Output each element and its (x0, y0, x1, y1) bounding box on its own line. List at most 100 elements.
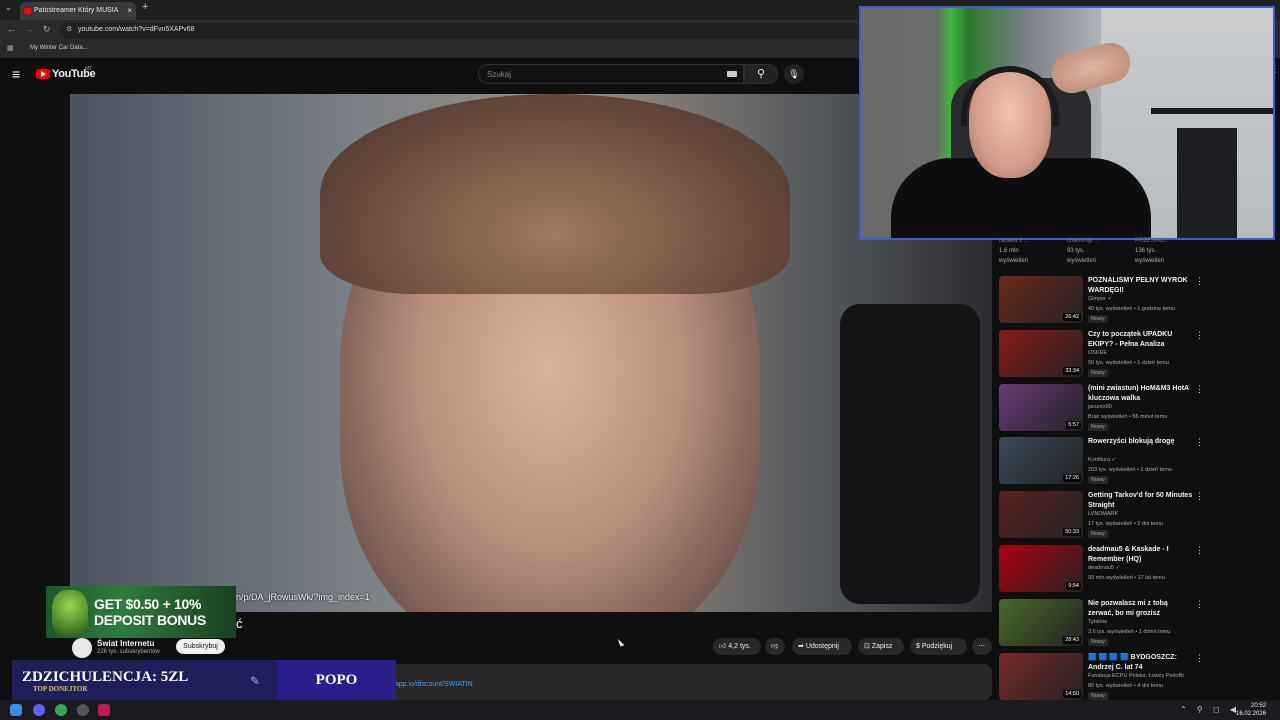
recommendation-channel[interactable]: Fundacja ECPU Polska: Łowcy Pedofili (1088, 673, 1184, 679)
recommendation-thumbnail[interactable]: 17:26 (999, 437, 1083, 484)
recommendation-item[interactable]: 33:34 Czy to początek UPADKU EKIPY? - Peł… (999, 330, 1209, 380)
ad-banner[interactable]: GET $0.50 + 10% DEPOSIT BONUS (46, 586, 236, 638)
recommendation-meta: Brak wyświetleń • 56 minut temu (1088, 414, 1168, 420)
recommendation-item[interactable]: 14:50 🟦 🟦 🟦 🟦 BYDGOSZCZ: Andrzej C. lat 7… (999, 653, 1209, 703)
recommendation-meta: 40 tys. wyświetleń • 1 godzinę temu (1088, 306, 1175, 312)
recommendation-channel[interactable]: OSKEE (1088, 350, 1107, 356)
recommendation-meta: 3,6 tys. wyświetleń • 1 dzień temu (1088, 629, 1171, 635)
new-badge: Nowy (1088, 369, 1108, 377)
more-options-icon[interactable]: ⋮ (1195, 599, 1204, 610)
tab-close-icon[interactable]: × (127, 2, 132, 20)
video-player[interactable] (70, 94, 992, 612)
recommendation-title[interactable]: Nie pozwalasz mi z tobą zerwać, bo mi gr… (1088, 599, 1194, 619)
site-info-icon[interactable]: ⚙ (66, 25, 72, 33)
system-tray[interactable]: ⌃ ⚲ ◻ ◀ (1180, 705, 1240, 714)
recommendation-title[interactable]: deadmau5 & Kaskade - I Remember (HQ) (1088, 545, 1194, 565)
recommendation-meta: 17 tys. wyświetleń • 2 dni temu (1088, 521, 1163, 527)
channel-name[interactable]: Świat Internetu (97, 639, 154, 648)
browser-tab[interactable]: Patostreamer Który MUSIA × (20, 2, 136, 20)
dislike-button[interactable]: 👎︎ (765, 638, 785, 655)
more-options-icon[interactable]: ⋮ (1195, 384, 1204, 395)
recommendation-title[interactable]: Czy to początek UPADKU EKIPY? - Pełna An… (1088, 330, 1194, 350)
discord-icon[interactable] (33, 704, 45, 716)
search-placeholder: Szukaj (487, 70, 512, 79)
recommendation-item[interactable]: 28:43 Nie pozwalasz mi z tobą zerwać, bo … (999, 599, 1209, 649)
top-rec-1-views: 1,6 mln (999, 248, 1019, 254)
bookmark-icon: ⊡ (864, 643, 870, 650)
search-button[interactable]: ⚲ (744, 64, 778, 84)
recommendation-thumbnail[interactable]: 33:34 (999, 330, 1083, 377)
back-icon[interactable]: ← (7, 24, 16, 34)
tab-title: Patostreamer Który MUSIA (34, 7, 119, 14)
recommendation-item[interactable]: 50:33 Getting Tarkov'd for 50 Minutes Str… (999, 491, 1209, 541)
donation-subtitle: TOP DONEJTOR (33, 685, 88, 693)
more-options-icon[interactable]: ⋮ (1195, 545, 1204, 556)
search-input[interactable]: Szukaj (478, 64, 744, 84)
more-options-icon[interactable]: ⋮ (1195, 330, 1204, 341)
obs-icon[interactable] (77, 704, 89, 716)
youtube-logo-icon[interactable] (36, 69, 50, 79)
like-button[interactable]: 👍︎ 4,2 tys. (713, 638, 761, 655)
recommendation-thumbnail[interactable]: 9:54 (999, 545, 1083, 592)
top-rec-3[interactable]: PRZESMO... 136 tys. wyświetleń (1135, 236, 1170, 266)
recommendation-channel[interactable]: Konfitura ✓ (1088, 457, 1116, 463)
voice-search-button[interactable]: 🎙 (784, 64, 804, 84)
channel-subscribers: 226 tys. subskrybentów (97, 649, 160, 655)
recommendation-duration: 9:54 (1066, 582, 1081, 590)
description-link[interactable]: app.io/discount/SWIATIN (395, 681, 473, 688)
recommendation-channel[interactable]: Gimper ✓ (1088, 296, 1112, 302)
save-label: Zapisz (871, 643, 893, 650)
recommendation-thumbnail[interactable]: 5:57 (999, 384, 1083, 431)
bookmark-item[interactable]: My Winter Car Data... (30, 45, 88, 51)
more-options-icon[interactable]: ⋮ (1195, 276, 1204, 287)
more-options-icon[interactable]: ⋮ (1195, 491, 1204, 502)
new-tab-button[interactable]: + (142, 1, 148, 13)
thanks-button[interactable]: $ Podziękuj (910, 638, 967, 655)
recommendation-item[interactable]: 9:54 deadmau5 & Kaskade - I Remember (HQ)… (999, 545, 1209, 595)
recommendation-thumbnail[interactable]: 50:33 (999, 491, 1083, 538)
recommendation-thumbnail[interactable]: 28:43 (999, 599, 1083, 646)
recommendation-title[interactable]: Rowerzyści blokują drogę (1088, 437, 1194, 447)
top-rec-2[interactable]: chaosingi ... 93 tys. wyświetleń (1067, 236, 1099, 266)
share-button[interactable]: ➦ Udostępnij (792, 638, 852, 655)
recommendation-item[interactable]: 17:26 Rowerzyści blokują drogę Konfitura ✓… (999, 437, 1209, 487)
recommendation-title[interactable]: POZNALIŚMY PEŁNY WYROK WARDĘGI! (1088, 276, 1194, 296)
tab-search-icon[interactable]: ⌄ (5, 3, 12, 12)
chrome-icon[interactable] (55, 704, 67, 716)
top-rec-3-views-label: wyświetleń (1135, 258, 1165, 264)
recommendation-item[interactable]: 5:57 (mini zwiastun) HoM&M3 HotA kluczowa… (999, 384, 1209, 434)
subscribe-button[interactable]: Subskrybuj (176, 639, 225, 654)
country-code: MT (85, 66, 93, 72)
recommendation-title[interactable]: Getting Tarkov'd for 50 Minutes Straight (1088, 491, 1194, 511)
video-title-overlay: n/p/DA_jRowusWk/?img_index=1 (236, 592, 370, 602)
top-rec-1-title: radaka 2 ... (999, 238, 1030, 244)
more-actions-button[interactable]: ⋯ (972, 638, 992, 655)
recommendation-title[interactable]: 🟦 🟦 🟦 🟦 BYDGOSZCZ: Andrzej C. lat 74 (1088, 653, 1194, 673)
recommendation-channel[interactable]: LVNDMARK (1088, 511, 1118, 517)
menu-icon[interactable]: ≡ (12, 66, 20, 82)
more-options-icon[interactable]: ⋮ (1195, 437, 1204, 448)
url-text[interactable]: youtube.com/watch?v=dFvn5XAPv68 (78, 26, 195, 33)
recommendation-thumbnail[interactable]: 26:42 (999, 276, 1083, 323)
clock[interactable]: 20:52 16.02.2026 (1236, 702, 1266, 718)
recommendation-channel[interactable]: jacurex90 (1088, 404, 1112, 410)
recommendation-title[interactable]: (mini zwiastun) HoM&M3 HotA kluczowa wal… (1088, 384, 1194, 404)
thanks-label: Podziękuj (921, 643, 953, 650)
recommendation-item[interactable]: 26:42 POZNALIŚMY PEŁNY WYROK WARDĘGI! Gimp… (999, 276, 1209, 326)
app-icon[interactable] (98, 704, 110, 716)
ad-line-1: GET $0.50 + 10% (94, 596, 202, 612)
apps-icon[interactable]: ▦ (7, 44, 14, 52)
donation-title: ZDZICHULENCJA: 5ZL (22, 669, 189, 685)
save-button[interactable]: ⊡ Zapisz (858, 638, 904, 655)
recommendation-channel[interactable]: Tytalnia (1088, 619, 1107, 625)
reload-icon[interactable]: ↻ (43, 24, 51, 35)
keyboard-icon[interactable] (727, 71, 737, 77)
donation-name: POPO (315, 672, 358, 688)
recommendation-channel[interactable]: deadmau5 ✓ (1088, 565, 1120, 571)
recommendation-thumbnail[interactable]: 14:50 (999, 653, 1083, 700)
windows-start-icon[interactable] (10, 704, 22, 716)
top-rec-1[interactable]: radaka 2 ... 1,6 mln wyświetleń (999, 236, 1029, 266)
forward-icon[interactable]: → (25, 24, 34, 34)
channel-avatar[interactable] (72, 638, 92, 658)
more-options-icon[interactable]: ⋮ (1195, 653, 1204, 664)
